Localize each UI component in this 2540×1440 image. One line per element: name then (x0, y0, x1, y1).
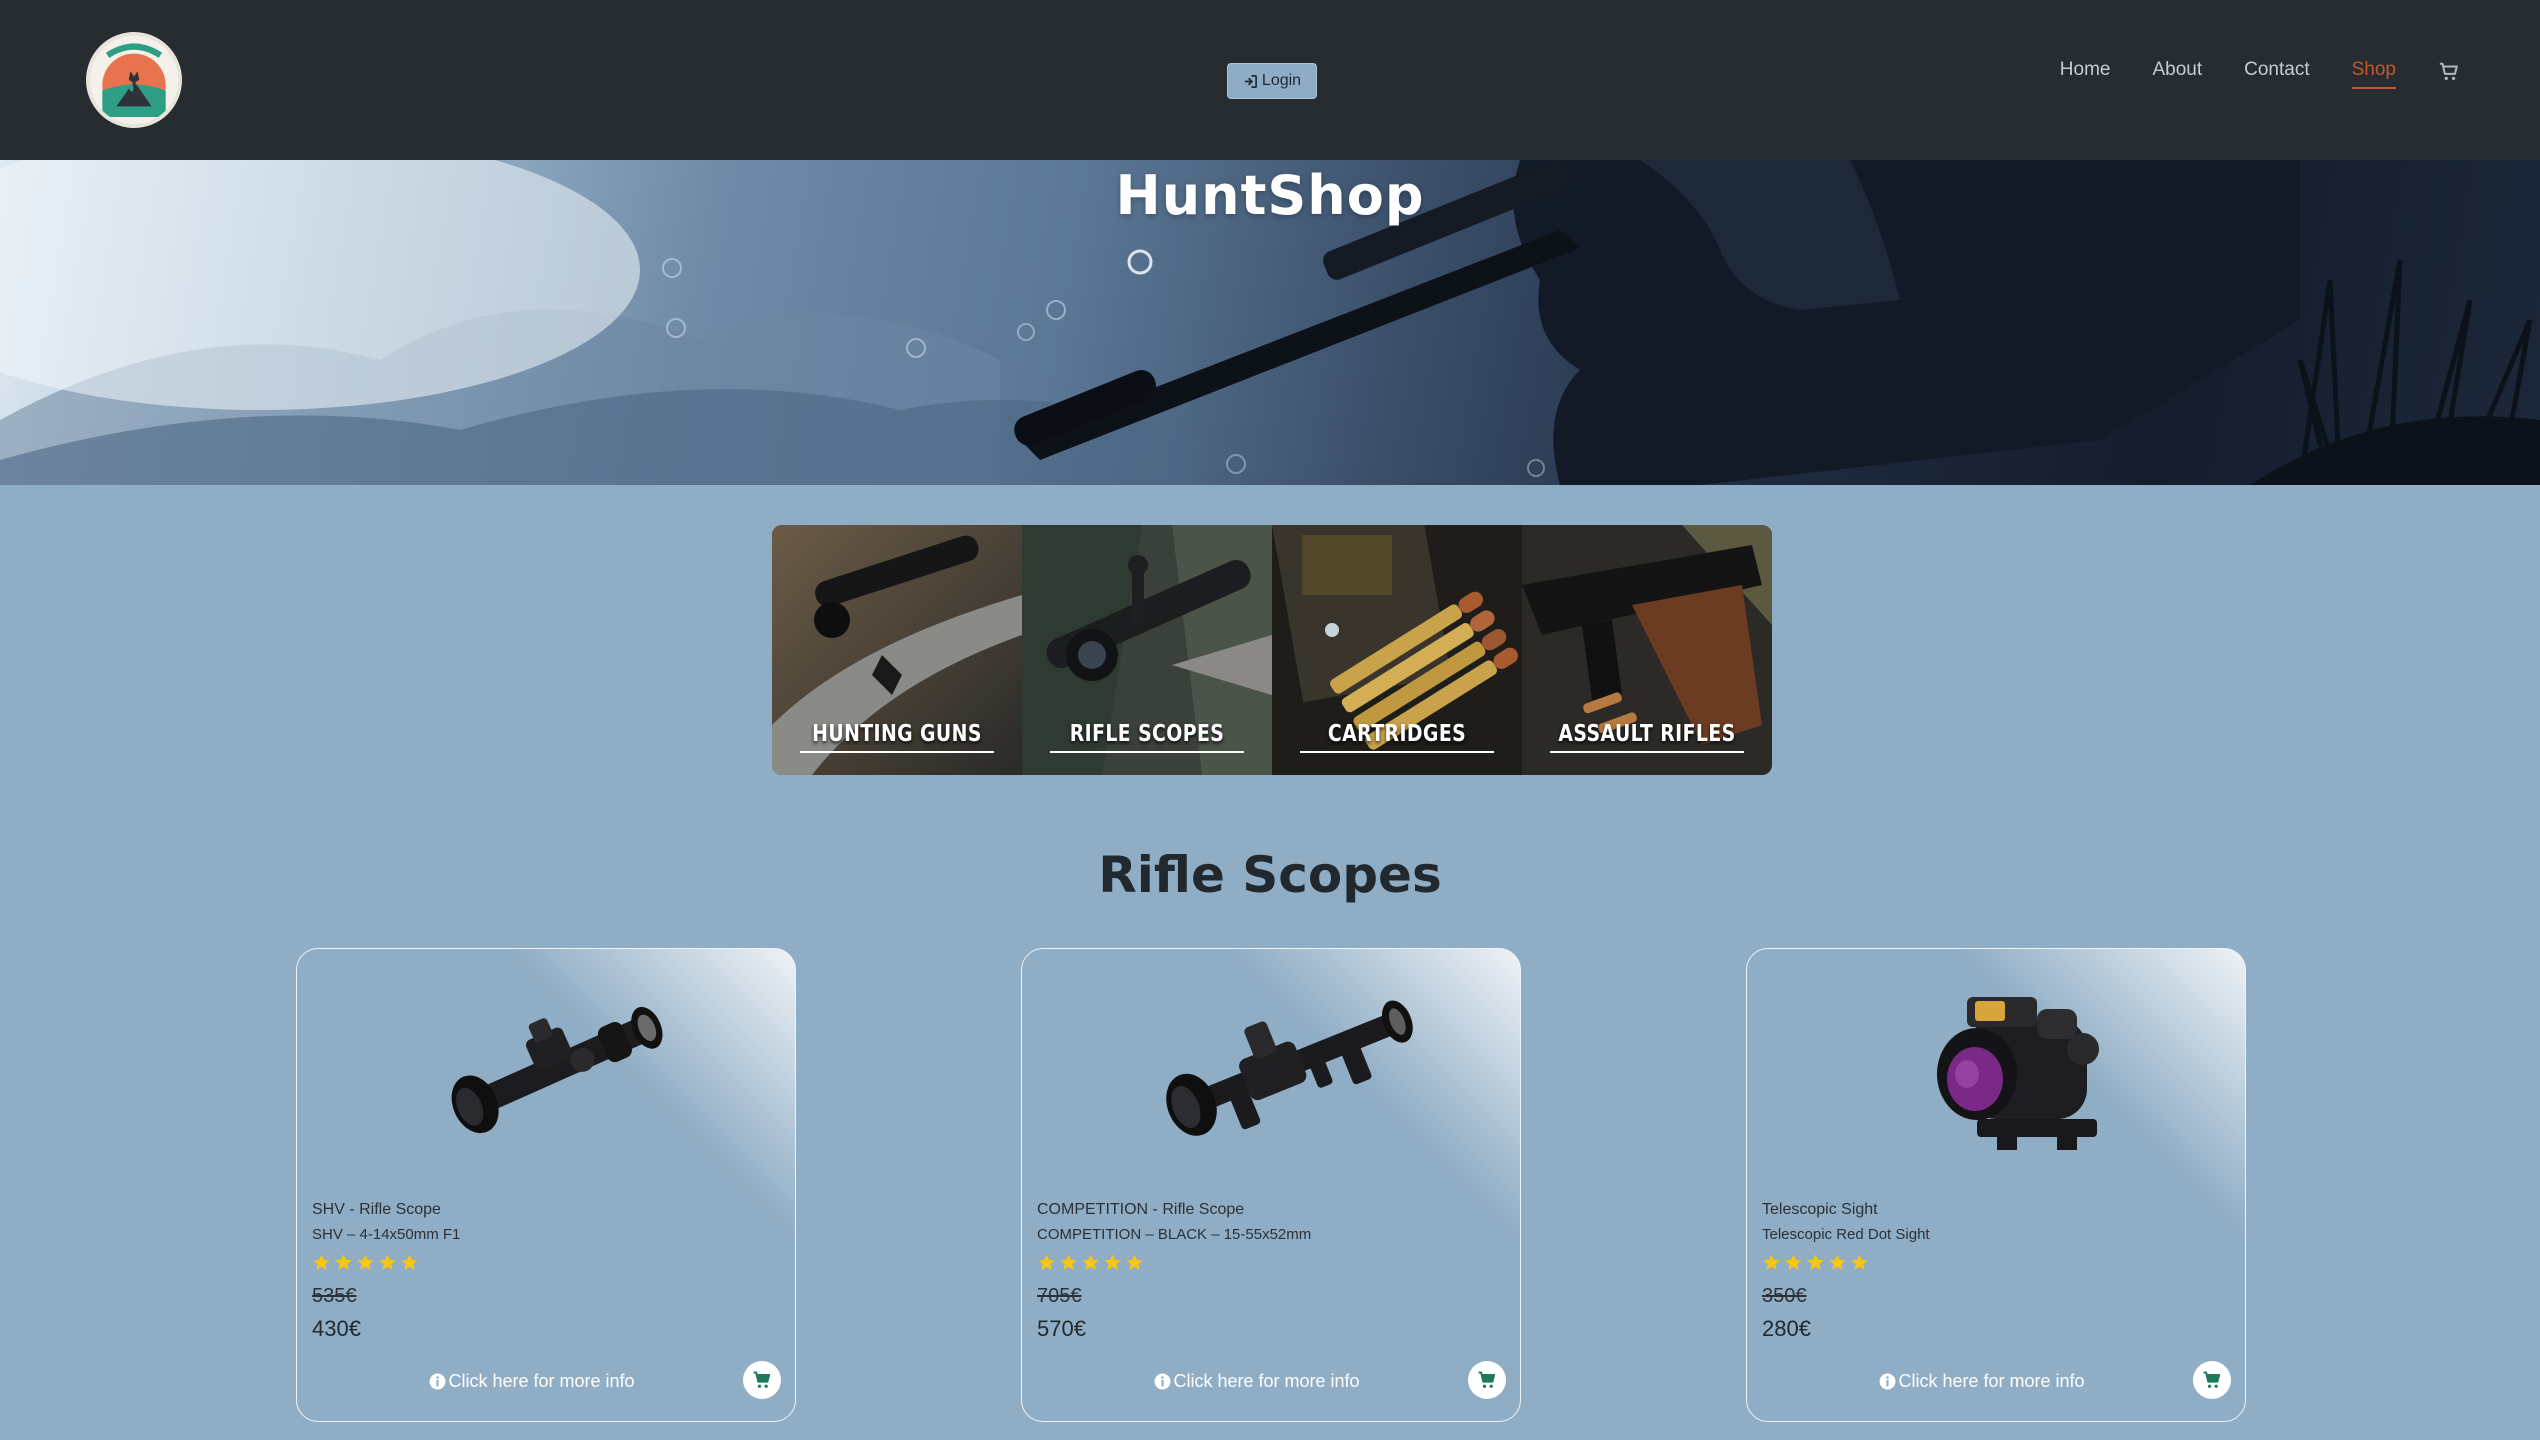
category-tiles: HUNTING GUNS RIFLE SCOPES CARTRIDGES ASS… (772, 525, 1772, 775)
category-label: ASSAULT RIFLES (1558, 721, 1736, 747)
sign-in-icon (1244, 74, 1257, 88)
product-card: COMPETITION - Rifle Scope COMPETITION – … (1021, 948, 1521, 1422)
star-icon (1126, 1254, 1143, 1270)
main-nav: Home About Contact Shop (2060, 56, 2460, 89)
product-name: COMPETITION - Rifle Scope (1037, 1201, 1245, 1218)
category-rifle-scopes[interactable]: RIFLE SCOPES (1022, 525, 1272, 775)
info-circle-icon (1879, 1373, 1896, 1390)
nav-link-contact[interactable]: Contact (2244, 59, 2309, 85)
shopping-cart-icon[interactable] (2438, 61, 2460, 83)
login-button[interactable]: Login (1227, 63, 1317, 99)
star-icon (335, 1254, 352, 1270)
star-icon (1785, 1254, 1802, 1270)
product-subtitle: SHV – 4-14x50mm F1 (312, 1226, 461, 1243)
category-underline (1550, 751, 1744, 753)
category-underline (800, 751, 994, 753)
old-price: 705€ (1037, 1285, 1082, 1307)
rating-stars (312, 1253, 419, 1272)
category-label: HUNTING GUNS (812, 721, 982, 747)
star-icon (1082, 1254, 1099, 1270)
product-subtitle: Telescopic Red Dot Sight (1762, 1226, 1930, 1243)
rating-stars (1762, 1253, 1869, 1272)
star-icon (379, 1254, 396, 1270)
nav-link-shop[interactable]: Shop (2351, 59, 2397, 89)
category-label: RIFLE SCOPES (1069, 721, 1225, 747)
shopping-cart-icon (1478, 1371, 1496, 1388)
hero-title: HuntShop (1115, 164, 1425, 227)
star-icon (1807, 1254, 1824, 1270)
section-title: Rifle Scopes (1098, 846, 1442, 904)
star-icon (1829, 1254, 1846, 1270)
nav-link-home[interactable]: Home (2060, 59, 2111, 85)
product-card: Telescopic Sight Telescopic Red Dot Sigh… (1746, 948, 2246, 1422)
more-info-label: Click here for more info (1898, 1371, 2085, 1391)
star-icon (401, 1254, 418, 1270)
category-assault-rifles[interactable]: ASSAULT RIFLES (1522, 525, 1772, 775)
star-icon (1038, 1254, 1055, 1270)
category-underline (1050, 751, 1244, 753)
category-label: CARTRIDGES (1327, 721, 1467, 747)
shopping-cart-icon (2203, 1371, 2221, 1388)
more-info-link[interactable]: Click here for more info (1022, 1371, 1492, 1392)
product-subtitle: COMPETITION – BLACK – 15-55x52mm (1037, 1226, 1312, 1243)
price: 570€ (1037, 1316, 1086, 1341)
more-info-link[interactable]: Click here for more info (297, 1371, 767, 1392)
product-image-red-dot-sight[interactable] (1847, 979, 2147, 1159)
more-info-link[interactable]: Click here for more info (1747, 1371, 2217, 1392)
old-price: 535€ (312, 1285, 357, 1307)
product-name: SHV - Rifle Scope (312, 1201, 441, 1218)
add-to-cart-button[interactable] (1468, 1361, 1506, 1399)
price: 430€ (312, 1316, 361, 1341)
login-label: Login (1261, 72, 1302, 89)
star-icon (1851, 1254, 1868, 1270)
logo-emblem (90, 36, 178, 124)
shopping-cart-icon (753, 1371, 771, 1388)
hero-banner: HuntShop (0, 160, 2540, 485)
nav-link-about[interactable]: About (2152, 59, 2202, 85)
rating-stars (1037, 1253, 1144, 1272)
star-icon (1763, 1254, 1780, 1270)
navbar: Login Home About Contact Shop (0, 0, 2540, 160)
category-hunting-guns[interactable]: HUNTING GUNS (772, 525, 1022, 775)
price: 280€ (1762, 1316, 1811, 1341)
product-image-shv-scope[interactable] (397, 979, 697, 1159)
product-image-competition-scope[interactable] (1122, 979, 1422, 1159)
product-card: SHV - Rifle Scope SHV – 4-14x50mm F1 535… (296, 948, 796, 1422)
star-icon (1104, 1254, 1121, 1270)
more-info-label: Click here for more info (448, 1371, 635, 1391)
product-name: Telescopic Sight (1762, 1201, 1878, 1218)
add-to-cart-button[interactable] (2193, 1361, 2231, 1399)
huntshop-logo[interactable] (86, 32, 182, 128)
more-info-label: Click here for more info (1173, 1371, 1360, 1391)
add-to-cart-button[interactable] (743, 1361, 781, 1399)
old-price: 350€ (1762, 1285, 1807, 1307)
star-icon (313, 1254, 330, 1270)
star-icon (357, 1254, 374, 1270)
info-circle-icon (1154, 1373, 1171, 1390)
info-circle-icon (429, 1373, 446, 1390)
category-underline (1300, 751, 1494, 753)
star-icon (1060, 1254, 1077, 1270)
category-cartridges[interactable]: CARTRIDGES (1272, 525, 1522, 775)
